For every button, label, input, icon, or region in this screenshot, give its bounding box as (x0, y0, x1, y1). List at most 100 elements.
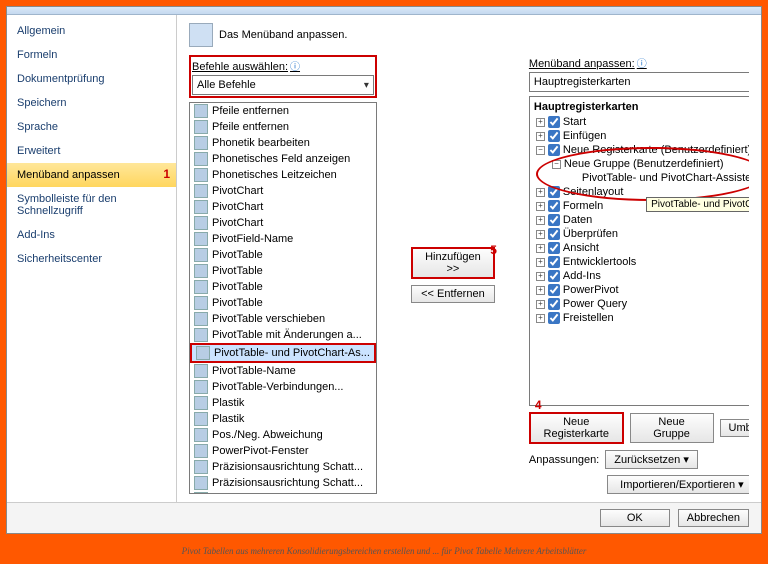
page-title: Das Menüband anpassen. (219, 29, 347, 41)
sidebar-item[interactable]: Sprache (7, 115, 176, 139)
tree-checkbox[interactable] (548, 130, 560, 142)
tree-item[interactable]: +Ansicht (532, 241, 749, 255)
command-item[interactable]: Phonetik bearbeiten (190, 135, 376, 151)
command-item[interactable]: PivotTable-Name (190, 363, 376, 379)
sidebar-item[interactable]: Speichern (7, 91, 176, 115)
new-tab-button[interactable]: Neue Registerkarte (529, 412, 624, 444)
command-item[interactable]: Pfeile entfernen (190, 103, 376, 119)
expand-icon[interactable]: + (536, 300, 545, 309)
expand-icon[interactable]: + (536, 216, 545, 225)
command-item[interactable]: Plastik (190, 411, 376, 427)
expand-icon[interactable]: + (536, 230, 545, 239)
remove-button[interactable]: << Entfernen (411, 285, 495, 303)
tree-checkbox[interactable] (548, 214, 560, 226)
sidebar-item[interactable]: Allgemein (7, 19, 176, 43)
command-icon (194, 232, 208, 246)
tree-item[interactable]: +Power Query (532, 297, 749, 311)
expand-icon[interactable]: + (536, 118, 545, 127)
sidebar-item[interactable]: Sicherheitscenter (7, 247, 176, 271)
command-item[interactable]: Plastik (190, 395, 376, 411)
cancel-button[interactable]: Abbrechen (678, 509, 749, 527)
tree-item[interactable]: +PowerPivot (532, 283, 749, 297)
tree-item[interactable]: −Neue Gruppe (Benutzerdefiniert) (532, 157, 749, 171)
command-icon (194, 328, 208, 342)
command-item[interactable]: PivotTable (190, 263, 376, 279)
tree-item[interactable]: PivotTable- und PivotChart-Assistent (532, 171, 749, 185)
tree-checkbox[interactable] (548, 256, 560, 268)
command-item[interactable]: Pfeile entfernen (190, 119, 376, 135)
expand-icon[interactable]: + (536, 286, 545, 295)
command-item[interactable]: Phonetisches Leitzeichen (190, 167, 376, 183)
command-item[interactable]: PivotTable mit Änderungen a... (190, 327, 376, 343)
expand-icon[interactable]: + (536, 258, 545, 267)
import-export-button[interactable]: Importieren/Exportieren ▾ (607, 475, 749, 494)
sidebar-item[interactable]: Dokumentprüfung (7, 67, 176, 91)
expand-icon[interactable]: + (536, 188, 545, 197)
add-button[interactable]: Hinzufügen >> (411, 247, 495, 279)
expand-icon[interactable]: − (536, 146, 545, 155)
tooltip: PivotTable- und PivotChart-Assist (646, 197, 749, 212)
command-item[interactable]: PivotTable verschieben (190, 311, 376, 327)
command-item[interactable]: PivotTable (190, 279, 376, 295)
tree-item[interactable]: +Entwicklertools (532, 255, 749, 269)
expand-icon[interactable]: + (536, 314, 545, 323)
command-item[interactable]: PivotChart (190, 215, 376, 231)
new-group-button[interactable]: Neue Gruppe (630, 413, 714, 443)
expand-icon[interactable]: + (536, 272, 545, 281)
window-titlebar (7, 7, 761, 15)
command-icon (194, 312, 208, 326)
command-item[interactable]: PivotTable (190, 295, 376, 311)
command-item[interactable]: PivotChart (190, 183, 376, 199)
command-item[interactable]: Präzisionsausrichtung Schatt... (190, 459, 376, 475)
command-item[interactable]: PivotTable- und PivotChart-As... (190, 343, 376, 363)
command-item[interactable]: PowerPivot-Fenster (190, 443, 376, 459)
command-item[interactable]: PivotTable-Verbindungen... (190, 379, 376, 395)
commands-dropdown[interactable]: Alle Befehle (192, 75, 374, 95)
command-icon (196, 346, 210, 360)
command-icon (194, 184, 208, 198)
tree-checkbox[interactable] (548, 312, 560, 324)
command-icon (194, 428, 208, 442)
tree-checkbox[interactable] (548, 144, 560, 156)
command-item[interactable]: Phonetisches Feld anzeigen (190, 151, 376, 167)
expand-icon[interactable]: + (536, 132, 545, 141)
tree-item[interactable]: +Freistellen (532, 311, 749, 325)
tree-item[interactable]: +Einfügen (532, 129, 749, 143)
command-item[interactable]: Pos./Neg. Abweichung (190, 427, 376, 443)
command-item[interactable]: PivotField-Name (190, 231, 376, 247)
tree-item[interactable]: −Neue Registerkarte (Benutzerdefiniert) (532, 143, 749, 157)
expand-icon[interactable]: + (536, 244, 545, 253)
tree-item[interactable]: +Start (532, 115, 749, 129)
tree-item[interactable]: +Add-Ins (532, 269, 749, 283)
command-icon (194, 460, 208, 474)
sidebar-item[interactable]: Menüband anpassen1 (7, 163, 176, 187)
ribbon-tree[interactable]: Hauptregisterkarten +Start+Einfügen−Neue… (529, 96, 749, 406)
reset-button[interactable]: Zurücksetzen ▾ (605, 450, 698, 469)
ribbon-icon (189, 23, 213, 47)
tree-checkbox[interactable] (548, 284, 560, 296)
tree-checkbox[interactable] (548, 200, 560, 212)
sidebar-item[interactable]: Erweitert (7, 139, 176, 163)
rename-button[interactable]: Umbenennen... (720, 419, 749, 437)
sidebar-item[interactable]: Symbolleiste für den Schnellzugriff (7, 187, 176, 223)
expand-icon[interactable]: + (536, 202, 545, 211)
tree-checkbox[interactable] (548, 270, 560, 282)
sidebar-item[interactable]: Add-Ins (7, 223, 176, 247)
tree-item[interactable]: +Überprüfen (532, 227, 749, 241)
commands-listbox[interactable]: 3 Pfeile entfernenPfeile entfernenPhonet… (189, 102, 377, 494)
command-item[interactable]: Präzisionsausrichtung Schatt... (190, 475, 376, 491)
ribbon-label: Menüband anpassen: (529, 55, 749, 70)
tree-item[interactable]: +Daten (532, 213, 749, 227)
ok-button[interactable]: OK (600, 509, 670, 527)
command-item[interactable]: Präzisionsausrichtung Schatt... (190, 491, 376, 494)
tree-checkbox[interactable] (548, 186, 560, 198)
tree-checkbox[interactable] (548, 298, 560, 310)
tree-checkbox[interactable] (548, 116, 560, 128)
tree-checkbox[interactable] (548, 242, 560, 254)
expand-icon[interactable]: − (552, 160, 561, 169)
tree-checkbox[interactable] (548, 228, 560, 240)
sidebar-item[interactable]: Formeln (7, 43, 176, 67)
command-item[interactable]: PivotTable (190, 247, 376, 263)
ribbon-dropdown[interactable]: Hauptregisterkarten (529, 72, 749, 92)
command-item[interactable]: PivotChart (190, 199, 376, 215)
